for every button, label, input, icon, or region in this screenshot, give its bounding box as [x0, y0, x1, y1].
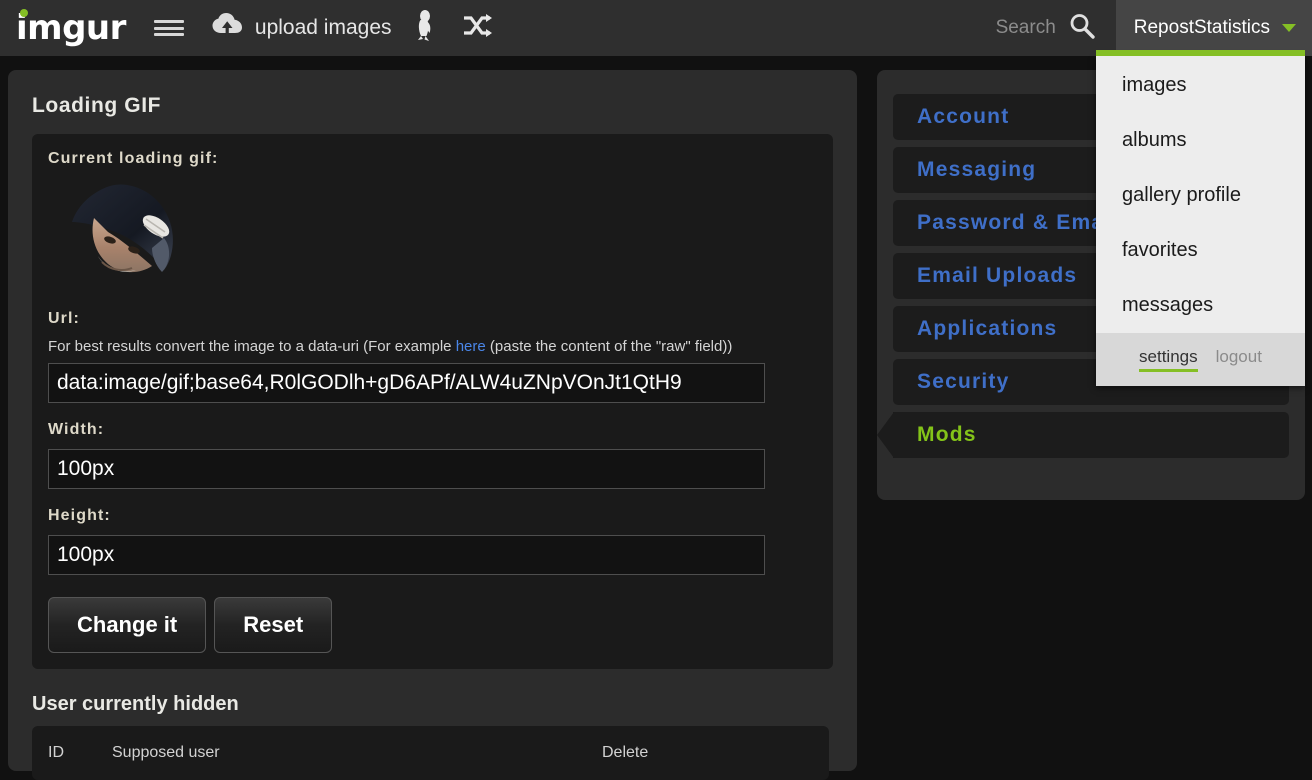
- hamburger-bar: [153, 33, 184, 36]
- imgur-logo[interactable]: imgur: [16, 8, 126, 48]
- column-header-delete: Delete: [602, 744, 649, 761]
- dropdown-item-images[interactable]: images: [1096, 56, 1305, 113]
- sidebar-item-label: Messaging: [917, 158, 1037, 181]
- logo-dot-icon: [20, 9, 28, 17]
- sidebar-item-label: Password & Email: [917, 211, 1119, 234]
- sidebar-item-label: Mods: [917, 423, 977, 446]
- cloud-upload-icon: [212, 12, 244, 44]
- dropdown-accent-bar: [1096, 50, 1305, 56]
- column-header-supposed-user: Supposed user: [112, 744, 220, 761]
- table-header-row: ID Supposed user Delete: [40, 744, 821, 762]
- shuffle-icon[interactable]: [462, 13, 492, 43]
- sidebar-item-label: Email Uploads: [917, 264, 1078, 287]
- header-right-group: Search RepostStatistics: [988, 0, 1312, 56]
- hidden-users-table: ID Supposed user Delete: [32, 726, 829, 780]
- url-help-text: For best results convert the image to a …: [48, 338, 817, 355]
- hamburger-menu-icon[interactable]: [153, 17, 184, 39]
- username-label: RepostStatistics: [1133, 17, 1270, 38]
- search-label: Search: [995, 17, 1056, 38]
- hamburger-bar: [153, 26, 184, 30]
- magnifier-icon: [1068, 12, 1096, 45]
- url-label: Url:: [48, 310, 80, 327]
- reset-button[interactable]: Reset: [214, 597, 333, 653]
- sidebar-item-label: Security: [917, 370, 1010, 393]
- logo-text: imgur: [16, 8, 126, 48]
- user-menu-button[interactable]: RepostStatistics: [1115, 0, 1312, 56]
- url-help-prefix: For best results convert the image to a …: [48, 338, 456, 355]
- user-dropdown-menu: images albums gallery profile favorites …: [1096, 56, 1305, 386]
- hidden-users-title: User currently hidden: [32, 693, 239, 715]
- upload-images-label: upload images: [254, 16, 392, 39]
- dropdown-item-messages[interactable]: messages: [1096, 278, 1305, 333]
- loading-gif-panel: Loading GIF Current loading gif: Url: Fo…: [8, 70, 857, 780]
- form-button-row: Change it Reset: [48, 597, 817, 653]
- dropdown-item-gallery-profile[interactable]: gallery profile: [1096, 168, 1305, 223]
- height-input[interactable]: [48, 535, 765, 575]
- width-input[interactable]: [48, 449, 765, 489]
- url-help-link[interactable]: here: [456, 338, 486, 355]
- dropdown-item-favorites[interactable]: favorites: [1096, 223, 1305, 278]
- chevron-down-icon: [1282, 24, 1296, 32]
- column-header-id: ID: [48, 744, 64, 761]
- hamburger-bar: [153, 20, 184, 23]
- url-input[interactable]: [48, 363, 765, 403]
- sidebar-item-label: Account: [917, 105, 1010, 128]
- dropdown-item-albums[interactable]: albums: [1096, 113, 1305, 168]
- page-title: Loading GIF: [32, 94, 162, 117]
- loading-gif-form: Current loading gif: Url: For best resul…: [32, 134, 833, 669]
- top-header: imgur upload images Search RepostStatist…: [0, 0, 1312, 56]
- upload-images-button[interactable]: upload images: [212, 12, 392, 44]
- height-label: Height:: [48, 507, 111, 524]
- penguin-icon[interactable]: [414, 9, 436, 48]
- dropdown-footer: settings logout: [1096, 333, 1305, 386]
- width-label: Width:: [48, 421, 105, 438]
- change-it-button[interactable]: Change it: [48, 597, 207, 653]
- dropdown-logout-link[interactable]: logout: [1216, 347, 1262, 372]
- search-button[interactable]: Search: [988, 0, 1116, 56]
- sidebar-item-label: Applications: [917, 317, 1058, 340]
- loading-gif-preview: [64, 178, 184, 288]
- sidebar-item-mods[interactable]: Mods: [877, 412, 1289, 458]
- url-help-suffix: (paste the content of the "raw" field)): [485, 338, 733, 355]
- dropdown-settings-link[interactable]: settings: [1139, 347, 1198, 372]
- current-gif-label: Current loading gif:: [48, 150, 219, 167]
